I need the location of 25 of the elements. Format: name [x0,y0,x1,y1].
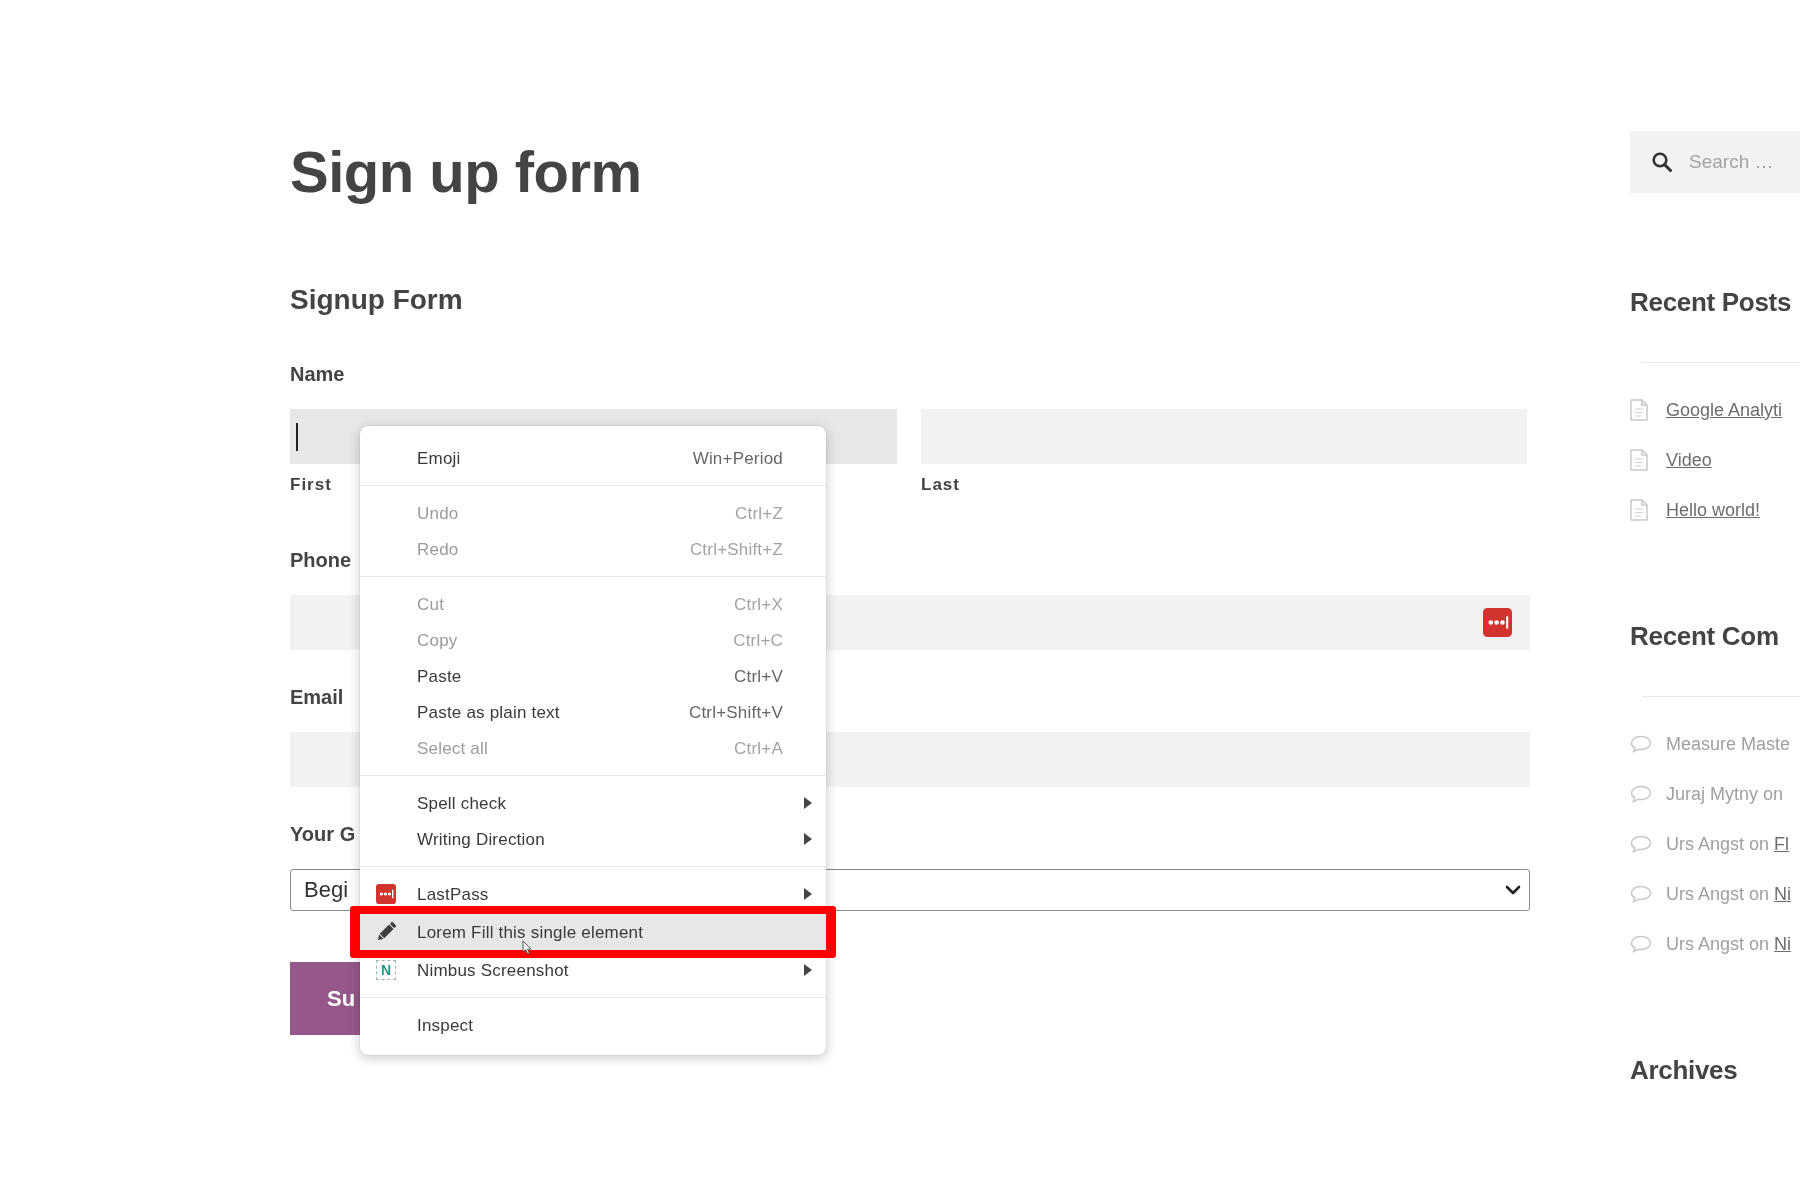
field-label: Your G [290,822,356,847]
field-label: Name [290,362,345,387]
field-sublabel: Last [921,474,960,496]
shortcut-text: Win+Period [692,449,783,467]
comment-text: Measure Maste [1666,733,1791,755]
field-sublabel: First [290,474,332,496]
widget-title: Archives [1630,1054,1739,1086]
shortcut-text: Ctrl+Shift+Z [689,540,783,558]
page-title: Sign up form [290,138,642,206]
shortcut-text: Ctrl+Shift+V [688,703,783,721]
comment-text: Urs Angst on Fl [1666,833,1790,855]
widget-title: Recent Posts [1630,286,1793,318]
shortcut-text: Ctrl+X [734,595,783,613]
shortcut-text: Ctrl+Z [735,504,783,522]
shortcut-text: Ctrl+C [733,631,783,649]
field-label: Phone [290,548,352,573]
widget-title: Recent Com [1630,620,1780,652]
field-label: Email [290,685,344,710]
comment-text: Urs Angst on Ni [1666,883,1792,905]
comment-text: Juraj Mytny on [1666,783,1784,805]
shortcut-text: Ctrl+V [734,667,783,685]
shortcut-text: Ctrl+A [734,739,783,757]
comment-text: Urs Angst on Ni [1666,933,1792,955]
letter-logo-icon: N [376,960,396,980]
form-title: Signup Form [290,283,463,317]
